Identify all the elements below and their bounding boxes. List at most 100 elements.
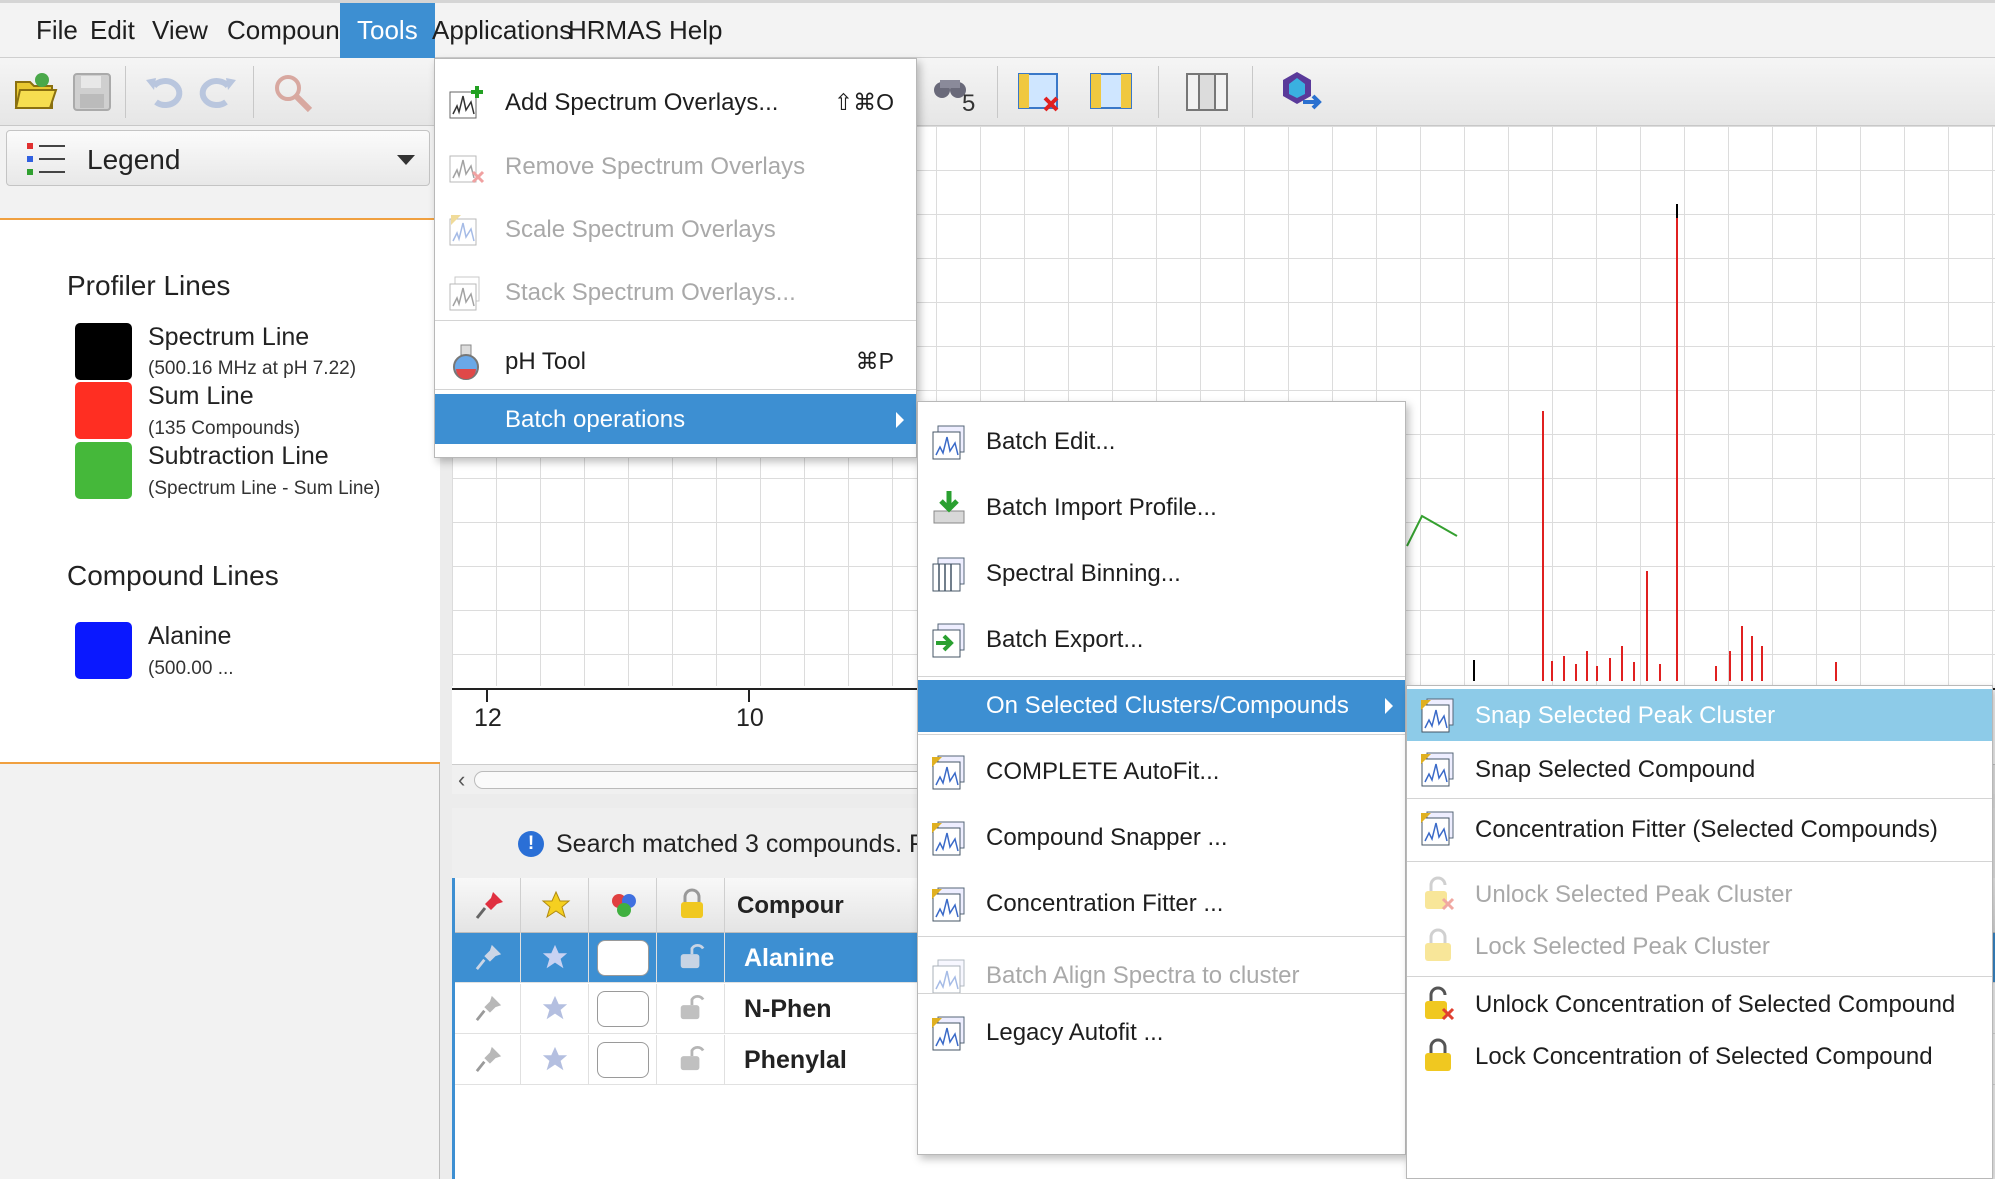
menu-item-unlock-concentration[interactable]: Unlock Concentration of Selected Compoun… <box>1407 978 1992 1030</box>
lock-cell[interactable] <box>657 1035 725 1085</box>
menu-item-label: pH Tool <box>505 348 586 375</box>
menu-item-accelerator: ⌘P <box>855 348 894 374</box>
pin-column-header[interactable] <box>455 878 521 933</box>
spectrum-line-swatch <box>75 323 132 380</box>
lock-cell[interactable] <box>657 984 725 1034</box>
star-cell[interactable] <box>521 984 589 1034</box>
menu-item-lock-concentration[interactable]: Lock Concentration of Selected Compound <box>1407 1030 1992 1082</box>
lock-icon <box>681 888 703 918</box>
pin-cell[interactable] <box>455 933 521 983</box>
menu-separator <box>1407 861 1992 862</box>
menu-item-snap-selected-peak-cluster[interactable]: Snap Selected Peak Cluster <box>1407 689 1992 741</box>
menu-item-on-selected-clusters[interactable]: On Selected Clusters/Compounds <box>918 680 1405 732</box>
menu-item-label: Compound Snapper ... <box>986 824 1228 851</box>
legend-content: Profiler Lines Spectrum Line (500.16 MHz… <box>0 218 440 764</box>
color-cell[interactable] <box>589 984 657 1034</box>
menu-item-spectral-binning[interactable]: Spectral Binning... <box>918 548 1405 598</box>
spectrum-line-sub: (500.16 MHz at pH 7.22) <box>148 358 357 379</box>
menu-item-label: Concentration Fitter (Selected Compounds… <box>1475 816 1938 843</box>
pin-icon <box>475 944 502 971</box>
add-overlay-icon <box>449 86 483 119</box>
x-tick-label: 12 <box>474 704 502 732</box>
open-folder-icon[interactable] <box>12 68 60 116</box>
menu-item-label: On Selected Clusters/Compounds <box>986 692 1349 719</box>
pin-cell[interactable] <box>455 984 521 1034</box>
menu-separator <box>1407 976 1992 977</box>
menu-item-label: Batch operations <box>505 406 686 433</box>
menu-item-batch-import-profile[interactable]: Batch Import Profile... <box>918 482 1405 532</box>
menu-item-batch-export[interactable]: Batch Export... <box>918 614 1405 664</box>
snap-cluster-icon <box>1421 698 1454 733</box>
x-tick-label: 10 <box>736 704 764 732</box>
star-cell[interactable] <box>521 1035 589 1085</box>
menu-separator <box>918 936 1405 937</box>
menu-item-ph-tool[interactable]: pH Tool ⌘P <box>435 336 916 386</box>
molecule-icon[interactable] <box>1275 68 1323 116</box>
scroll-left-icon[interactable]: ‹ <box>458 767 465 793</box>
lock-icon <box>1425 928 1451 961</box>
menu-item-compound-snapper[interactable]: Compound Snapper ... <box>918 812 1405 862</box>
color-box[interactable] <box>597 1042 649 1078</box>
menu-item-unlock-selected-peak-cluster[interactable]: Unlock Selected Peak Cluster <box>1407 868 1992 920</box>
toolbar: 5 <box>0 58 1995 126</box>
menu-item-label: Unlock Concentration of Selected Compoun… <box>1475 991 1956 1018</box>
menu-item-complete-autofit[interactable]: COMPLETE AutoFit... <box>918 746 1405 796</box>
unlock-icon <box>1425 986 1455 1021</box>
x-tick <box>748 690 750 702</box>
columns-icon[interactable] <box>1183 68 1231 116</box>
align-spectra-icon <box>932 959 965 994</box>
color-column-header[interactable] <box>589 878 657 933</box>
menu-item-remove-spectrum-overlays[interactable]: Remove Spectrum Overlays <box>435 141 916 191</box>
lock-column-header[interactable] <box>657 878 725 933</box>
lock-cell[interactable] <box>657 933 725 983</box>
compound-name: Phenylal <box>744 1046 847 1074</box>
menu-help[interactable]: Help <box>652 3 739 58</box>
color-cell[interactable] <box>589 933 657 983</box>
menu-item-lock-selected-peak-cluster[interactable]: Lock Selected Peak Cluster <box>1407 920 1992 972</box>
undo-icon[interactable] <box>140 68 188 116</box>
menu-item-label: Remove Spectrum Overlays <box>505 153 806 180</box>
color-cell[interactable] <box>589 1035 657 1085</box>
menu-item-scale-spectrum-overlays[interactable]: Scale Spectrum Overlays <box>435 204 916 254</box>
pin-icon <box>475 1046 502 1073</box>
info-icon: ! <box>518 831 544 857</box>
legend-dropdown[interactable]: Legend <box>6 130 430 186</box>
menu-item-label: Spectral Binning... <box>986 560 1181 587</box>
star-icon <box>542 944 568 969</box>
snap-compound-icon <box>1421 752 1454 787</box>
concentration-fitter-icon <box>1421 811 1454 846</box>
menu-item-stack-spectrum-overlays[interactable]: Stack Spectrum Overlays... <box>435 267 916 317</box>
star-cell[interactable] <box>521 933 589 983</box>
remove-panel-icon[interactable] <box>1015 68 1063 116</box>
toolbar-separator <box>1252 66 1253 118</box>
menu-item-concentration-fitter[interactable]: Concentration Fitter ... <box>918 878 1405 928</box>
zoom-icon[interactable] <box>268 68 316 116</box>
save-icon[interactable] <box>68 68 116 116</box>
color-box[interactable] <box>597 940 649 976</box>
pin-icon <box>475 995 502 1022</box>
binning-icon <box>932 557 965 592</box>
menu-item-snap-selected-compound[interactable]: Snap Selected Compound <box>1407 743 1992 795</box>
toolbar-separator <box>1158 66 1159 118</box>
spectrum-line-name: Spectrum Line <box>148 323 310 351</box>
star-column-header[interactable] <box>521 878 589 933</box>
lock-icon <box>1425 1038 1451 1071</box>
menu-item-label: Lock Concentration of Selected Compound <box>1475 1043 1933 1070</box>
binoculars-icon[interactable]: 5 <box>928 68 976 117</box>
menu-item-concentration-fitter-selected[interactable]: Concentration Fitter (Selected Compounds… <box>1407 802 1992 858</box>
pin-cell[interactable] <box>455 1035 521 1085</box>
menu-item-batch-operations[interactable]: Batch operations <box>435 394 916 444</box>
menu-item-label: Concentration Fitter ... <box>986 890 1224 917</box>
star-icon <box>542 1046 568 1071</box>
menu-item-legacy-autofit[interactable]: Legacy Autofit ... <box>918 1007 1405 1057</box>
menu-item-batch-edit[interactable]: Batch Edit... <box>918 416 1405 466</box>
menu-separator <box>435 389 916 390</box>
scale-overlay-icon <box>449 215 477 246</box>
menu-item-add-spectrum-overlays[interactable]: Add Spectrum Overlays... ⇧⌘O <box>435 77 916 127</box>
color-circles-icon <box>612 894 636 917</box>
redo-icon[interactable] <box>194 68 242 116</box>
panel-layout-icon[interactable] <box>1087 68 1135 116</box>
color-box[interactable] <box>597 991 649 1027</box>
sum-line-swatch <box>75 382 132 439</box>
compound-lines-title: Compound Lines <box>67 560 279 591</box>
